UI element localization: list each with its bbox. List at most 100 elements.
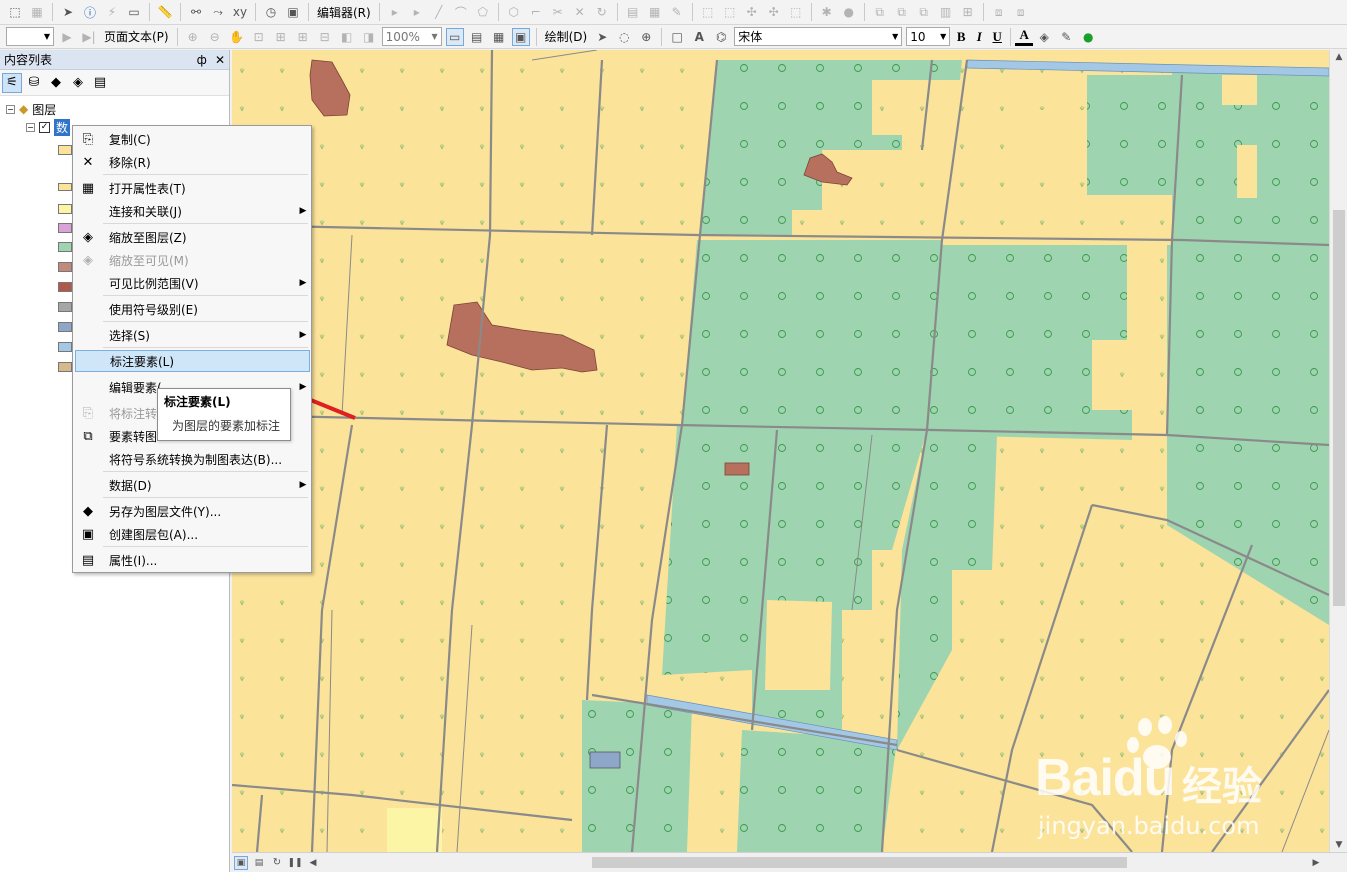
pointer-icon[interactable]: ➤	[59, 3, 77, 21]
scroll-down-icon[interactable]: ▼	[1330, 840, 1347, 850]
menu-item[interactable]: ✕ 移除(R)	[75, 151, 310, 173]
draw-menu[interactable]: 绘制(D)	[541, 28, 592, 45]
menu-item[interactable]: ▤ 属性(I)...	[75, 549, 310, 571]
georef-icon[interactable]: ⧉	[871, 3, 889, 21]
fill-color-icon[interactable]: ◈	[1035, 28, 1053, 46]
list-by-visibility-icon[interactable]: ◆	[46, 73, 66, 93]
data-view-icon[interactable]: ▣	[234, 855, 248, 870]
zoom-out-layout-icon[interactable]: ⊖	[206, 28, 224, 46]
editor-menu[interactable]: 编辑器(R)	[313, 4, 375, 21]
font-size-combo[interactable]: 10 ▼	[906, 27, 951, 46]
underline-button[interactable]: U	[988, 29, 1006, 45]
next-icon[interactable]: ▶|	[80, 28, 98, 46]
marker-color-icon[interactable]: ●	[1079, 28, 1097, 46]
time-slider-icon[interactable]: ◷	[262, 3, 280, 21]
list-by-source-icon[interactable]: ⛁	[24, 73, 44, 93]
pan-layout-icon[interactable]: ✋	[228, 28, 246, 46]
layer-visibility-checkbox[interactable]: ✓	[39, 121, 50, 133]
list-by-selection-icon[interactable]: ◈	[68, 73, 88, 93]
focus-frame-icon[interactable]: ▤	[468, 28, 486, 46]
html-popup-icon[interactable]: ▭	[125, 3, 143, 21]
pause-drawing-icon[interactable]: ❚❚	[287, 856, 302, 870]
zoom-100-icon[interactable]: ⊞	[272, 28, 290, 46]
menu-item[interactable]: ◆ 另存为图层文件(Y)...	[75, 500, 310, 522]
georef4-icon[interactable]: ▥	[937, 3, 955, 21]
font-name-combo[interactable]: 宋体 ▼	[734, 27, 903, 46]
zoom-selected-icon[interactable]: ⊕	[637, 28, 655, 46]
zoom-whole-page-icon[interactable]: ⊡	[250, 28, 268, 46]
toc-close-button[interactable]: ✕	[215, 53, 225, 67]
map-display[interactable]: Baidu 经验 jingyan.baidu.com	[232, 50, 1329, 852]
font-color-button[interactable]: A	[1015, 27, 1034, 46]
menu-item[interactable]: ⎘ 复制(C)	[75, 128, 310, 150]
straight-segment-icon[interactable]: ╱	[430, 3, 448, 21]
find-route-icon[interactable]: ⤳	[209, 3, 227, 21]
italic-button[interactable]: I	[970, 29, 988, 45]
select-elements-icon[interactable]: ⬚	[6, 3, 24, 21]
vertical-scrollbar[interactable]: ▲ ▼	[1329, 50, 1347, 852]
bold-button[interactable]: B	[952, 29, 970, 45]
line-color-icon[interactable]: ✎	[1057, 28, 1075, 46]
back-extent-icon[interactable]: ◧	[338, 28, 356, 46]
shared-features-icon[interactable]: ✣	[743, 3, 761, 21]
data-driven-pages-icon[interactable]: ▣	[511, 27, 530, 46]
edit-vertices-draw-icon[interactable]: ⌬	[712, 28, 730, 46]
fixed-zoom-out-icon[interactable]: ⊟	[316, 28, 334, 46]
layout-view-icon[interactable]: ▤	[252, 856, 266, 870]
validate-icon[interactable]: ⬚	[787, 3, 805, 21]
edit-vertices-icon[interactable]: ⬡	[505, 3, 523, 21]
refresh-icon[interactable]: ↻	[270, 856, 284, 870]
error-inspector-icon[interactable]: ✱	[818, 3, 836, 21]
reshape-icon[interactable]: ⌐	[527, 3, 545, 21]
forward-extent-icon[interactable]: ◨	[360, 28, 378, 46]
menu-item[interactable]: 连接和关联(J) ▶	[75, 200, 310, 222]
hyperlink-icon[interactable]: ⚡	[103, 3, 121, 21]
vertical-scroll-thumb[interactable]	[1333, 210, 1345, 606]
scroll-right-icon[interactable]: ▶	[1309, 856, 1323, 870]
collapse-layer-icon[interactable]: −	[26, 122, 35, 132]
create-features-icon[interactable]: ✎	[668, 3, 686, 21]
georef2-icon[interactable]: ⧉	[893, 3, 911, 21]
topology-edit-icon[interactable]: ⬚	[721, 3, 739, 21]
sketch-properties-icon[interactable]: ▦	[646, 3, 664, 21]
collapse-root-icon[interactable]: −	[6, 104, 15, 114]
rectangle-icon[interactable]: □	[668, 28, 686, 46]
rotate-icon[interactable]: ↻	[593, 3, 611, 21]
menu-item[interactable]: 使用符号级别(E)	[75, 298, 310, 320]
selected-layer-label[interactable]: 数	[54, 118, 71, 136]
trace-icon[interactable]: ⬠	[474, 3, 492, 21]
split-icon[interactable]: ✕	[571, 3, 589, 21]
cache-icon[interactable]: ⧈	[990, 3, 1008, 21]
scroll-up-icon[interactable]: ▲	[1330, 52, 1347, 62]
options-icon[interactable]: ▤	[90, 73, 110, 93]
data-layer-row[interactable]: − ✓ 数	[26, 118, 71, 136]
menu-item[interactable]: 数据(D) ▶	[75, 474, 310, 496]
play-icon[interactable]: ▶	[58, 28, 76, 46]
rotate-element-icon[interactable]: ◌	[615, 28, 633, 46]
menu-item[interactable]: ◈ 缩放至图层(Z)	[75, 226, 310, 248]
cut-polygons-icon[interactable]: ✂	[549, 3, 567, 21]
identify-icon[interactable]: ⓘ	[81, 3, 99, 21]
endpoint-arc-icon[interactable]: ⌒	[452, 3, 470, 21]
menu-item[interactable]: 将符号系统转换为制图表达(B)...	[75, 448, 310, 470]
menu-item[interactable]: 可见比例范围(V) ▶	[75, 272, 310, 294]
text-icon[interactable]: A	[690, 28, 708, 46]
root-layer-row[interactable]: − ◆ 图层	[6, 100, 56, 118]
cache2-icon[interactable]: ⧈	[1012, 3, 1030, 21]
georef5-icon[interactable]: ⊞	[959, 3, 977, 21]
toggle-draft-icon[interactable]: ▭	[445, 27, 464, 46]
menu-item[interactable]: ▣ 创建图层包(A)...	[75, 523, 310, 545]
list-by-drawing-order-icon[interactable]: ⚟	[2, 72, 22, 93]
menu-item[interactable]: 标注要素(L)	[75, 350, 310, 372]
attributes-icon[interactable]: ▤	[624, 3, 642, 21]
page-text-menu[interactable]: 页面文本(P)	[100, 28, 173, 45]
change-layout-icon[interactable]: ▦	[490, 28, 508, 46]
scroll-left-icon[interactable]: ◀	[306, 856, 320, 870]
globe-icon[interactable]: ●	[840, 3, 858, 21]
zoom-in-layout-icon[interactable]: ⊕	[184, 28, 202, 46]
zoom-combo[interactable]: 100% ▼	[381, 27, 442, 46]
measure-icon[interactable]: 📏	[156, 3, 174, 21]
menu-item[interactable]: ▦ 打开属性表(T)	[75, 177, 310, 199]
topology-icon[interactable]: ⬚	[699, 3, 717, 21]
horizontal-scroll-thumb[interactable]	[592, 857, 1127, 868]
